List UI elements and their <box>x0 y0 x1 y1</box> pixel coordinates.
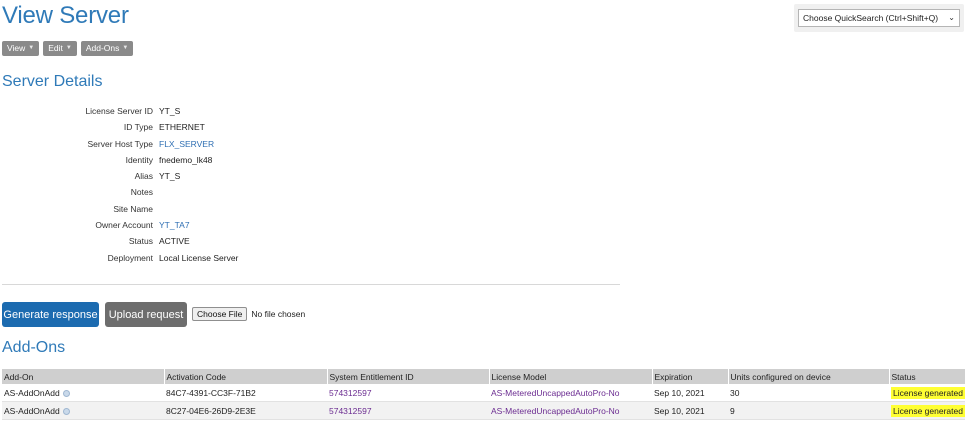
activation-code-cell: 84C7-4391-CC3F-71B2 <box>164 384 327 402</box>
column-header-status[interactable]: Status <box>889 369 965 384</box>
addons-menu-label: Add-Ons <box>85 43 120 53</box>
entitlement-id-link[interactable]: 574312597 <box>327 384 489 402</box>
detail-row-server-host-type: Server Host Type FLX_SERVER <box>0 136 238 152</box>
page-title: View Server <box>2 2 129 29</box>
column-header-addon[interactable]: Add-On <box>2 369 165 384</box>
detail-row-status: Status ACTIVE <box>0 233 238 249</box>
detail-value <box>153 184 159 200</box>
caret-down-icon: ▼ <box>122 45 129 51</box>
table-header-row: Add-On Activation Code System Entitlemen… <box>2 369 965 384</box>
activation-code-cell: 8C27-04E6-26D9-2E3E <box>164 401 327 420</box>
section-divider <box>2 284 620 285</box>
detail-label: Status <box>128 236 153 247</box>
info-icon[interactable] <box>62 407 70 415</box>
expiration-cell: Sep 10, 2021 <box>652 384 728 402</box>
detail-row-identity: Identity fnedemo_lk48 <box>0 152 238 168</box>
edit-menu-label: Edit <box>48 43 63 53</box>
info-icon[interactable] <box>62 389 70 397</box>
detail-row-site-name: Site Name <box>0 201 238 217</box>
detail-value: YT_S <box>159 171 181 182</box>
addon-name: AS-AddOnAdd <box>4 405 60 416</box>
edit-menu-button[interactable]: Edit ▼ <box>43 41 77 56</box>
server-host-type-link[interactable]: FLX_SERVER <box>153 136 214 152</box>
detail-value <box>153 201 159 217</box>
caret-down-icon: ▼ <box>28 45 35 51</box>
addons-title: Add-Ons <box>2 339 66 356</box>
server-details-list: License Server ID YT_S ID Type ETHERNET … <box>0 103 238 266</box>
detail-label: ID Type <box>123 122 153 133</box>
column-header-expiration[interactable]: Expiration <box>652 369 729 384</box>
detail-value: Local License Server <box>159 252 239 263</box>
generate-response-button[interactable]: Generate response <box>2 302 99 327</box>
status-badge: License generated <box>891 404 965 417</box>
detail-row-owner-account: Owner Account YT_TA7 <box>0 217 238 233</box>
detail-label: Owner Account <box>95 220 153 231</box>
detail-label: Deployment <box>107 252 153 263</box>
expiration-cell: Sep 10, 2021 <box>652 401 728 420</box>
server-details-title: Server Details <box>2 73 103 90</box>
status-cell: License generated <box>889 401 965 420</box>
table-row: AS-AddOnAdd 8C27-04E6-26D9-2E3E 57431259… <box>2 401 965 420</box>
detail-value: YT_S <box>159 106 181 116</box>
detail-label: Alias <box>134 171 153 182</box>
quicksearch-panel: Choose QuickSearch (Ctrl+Shift+Q) ⌄ <box>794 4 964 32</box>
detail-value: fnedemo_lk48 <box>159 154 213 165</box>
owner-account-link[interactable]: YT_TA7 <box>153 217 190 233</box>
toolbar: View ▼ Edit ▼ Add-Ons ▼ <box>2 41 134 56</box>
table-row: AS-AddOnAdd 84C7-4391-CC3F-71B2 57431259… <box>2 384 965 402</box>
file-status-text: No file chosen <box>251 309 306 319</box>
status-badge: License generated <box>891 386 965 399</box>
view-menu-label: View <box>7 43 26 53</box>
detail-row-alias: Alias YT_S <box>0 168 238 184</box>
column-header-entitlement-id[interactable]: System Entitlement ID <box>327 369 490 384</box>
quicksearch-label: Choose QuickSearch (Ctrl+Shift+Q) <box>803 13 939 23</box>
status-cell: License generated <box>889 384 965 402</box>
chevron-down-icon: ⌄ <box>948 13 955 22</box>
choose-file-button[interactable]: Choose File <box>192 307 248 321</box>
file-input: Choose File No file chosen <box>192 307 305 321</box>
entitlement-id-link[interactable]: 574312597 <box>327 401 489 420</box>
upload-request-button[interactable]: Upload request <box>105 302 187 327</box>
addon-cell: AS-AddOnAdd <box>2 401 164 420</box>
addons-menu-button[interactable]: Add-Ons ▼ <box>80 41 134 56</box>
addon-name: AS-AddOnAdd <box>4 387 60 398</box>
detail-row-deployment: Deployment Local License Server <box>0 250 239 266</box>
column-header-activation-code[interactable]: Activation Code <box>164 369 328 384</box>
detail-label: License Server ID <box>85 106 153 116</box>
detail-row-license-server-id: License Server ID YT_S <box>0 103 238 119</box>
quicksearch-select[interactable]: Choose QuickSearch (Ctrl+Shift+Q) ⌄ <box>798 9 960 27</box>
detail-label: Identity <box>125 154 153 165</box>
units-cell: 9 <box>728 401 889 420</box>
units-cell: 30 <box>728 384 889 402</box>
detail-value: ACTIVE <box>159 236 190 247</box>
caret-down-icon: ▼ <box>65 45 72 51</box>
view-menu-button[interactable]: View ▼ <box>2 41 40 56</box>
detail-row-notes: Notes <box>0 184 238 200</box>
column-header-license-model[interactable]: License Model <box>489 369 653 384</box>
license-model-link[interactable]: AS-MeteredUncappedAutoPro-No <box>489 384 652 402</box>
detail-row-id-type: ID Type ETHERNET <box>0 119 238 135</box>
addon-cell: AS-AddOnAdd <box>2 384 164 402</box>
license-model-link[interactable]: AS-MeteredUncappedAutoPro-No <box>489 401 652 420</box>
addons-table: Add-On Activation Code System Entitlemen… <box>2 369 965 420</box>
column-header-units[interactable]: Units configured on device <box>728 369 890 384</box>
detail-label: Site Name <box>113 203 153 214</box>
detail-label: Server Host Type <box>87 138 153 149</box>
detail-value: ETHERNET <box>159 122 205 133</box>
detail-label: Notes <box>130 187 153 198</box>
